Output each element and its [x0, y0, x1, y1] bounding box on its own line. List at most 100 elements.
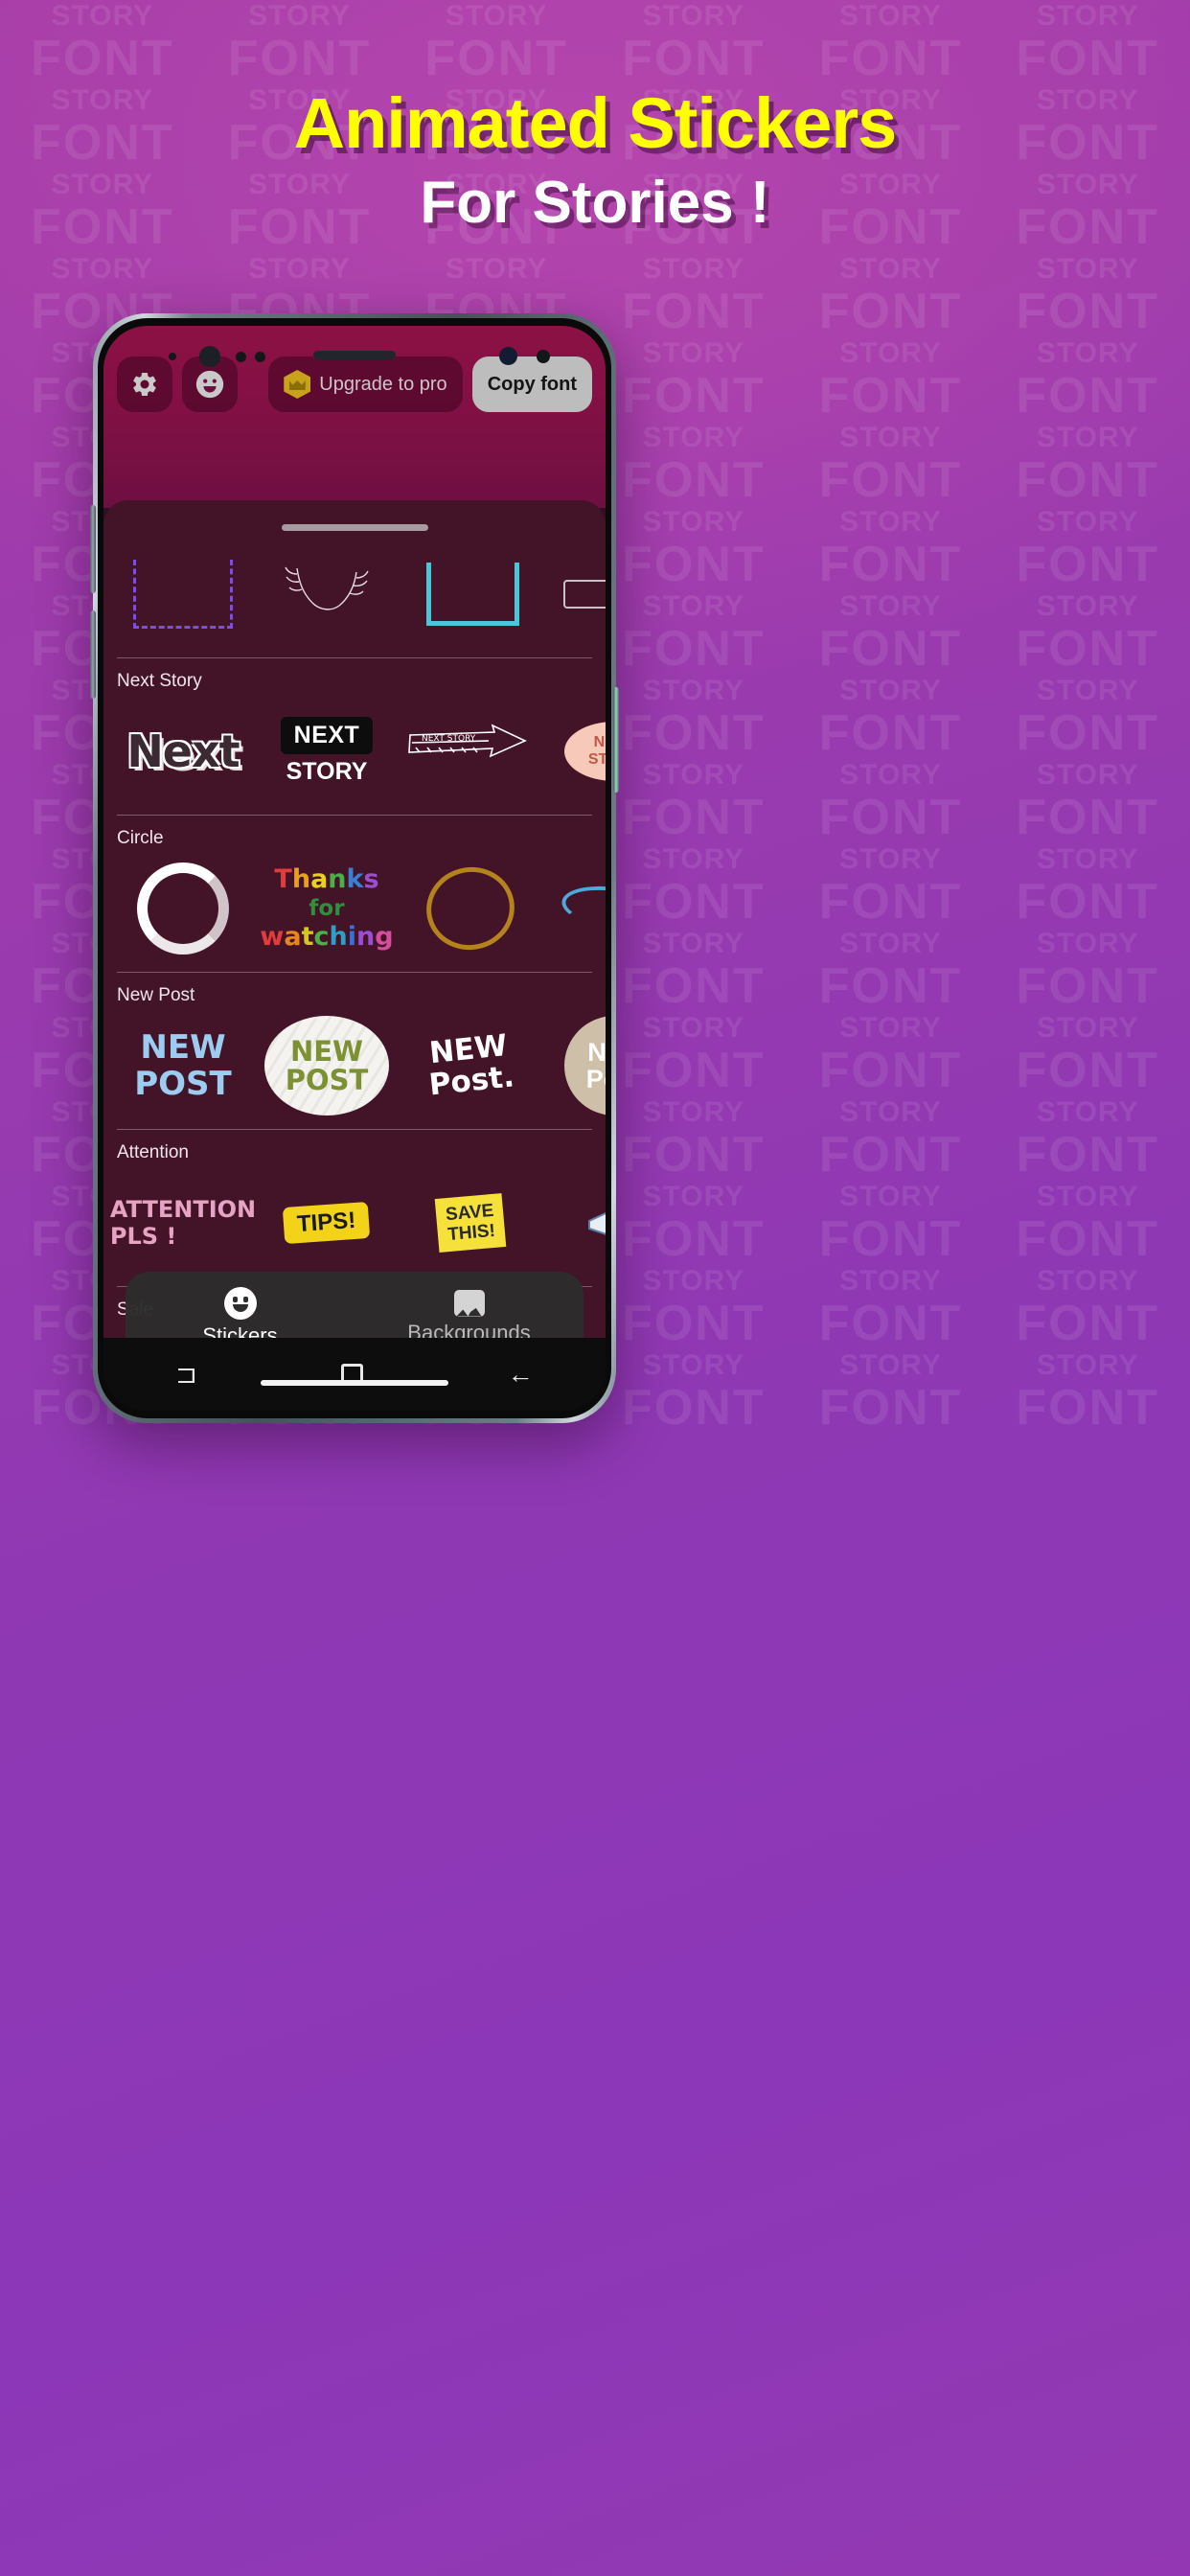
sticker-teal-corner-frame[interactable]: [399, 537, 542, 652]
watermark-font: FONT: [424, 31, 568, 86]
watermark-cell: STORYFONT: [595, 1012, 792, 1096]
watermark-story: STORY: [445, 253, 548, 285]
sticker-new-post-white-brush[interactable]: NEW Post.: [399, 1008, 542, 1123]
peach-pill-shape: NEXT STORY: [564, 722, 606, 781]
sticker-outline-box-frame[interactable]: [542, 537, 606, 652]
watermark-cell: STORYFONT: [989, 253, 1186, 337]
sticker-next-story-peach-pill[interactable]: NEXT STORY: [542, 694, 606, 809]
watermark-font: FONT: [31, 31, 174, 86]
watermark-story: STORY: [642, 1012, 745, 1044]
watermark-font: FONT: [1016, 31, 1159, 86]
watermark-cell: STORYFONT: [595, 1181, 792, 1265]
watermark-font: FONT: [622, 874, 766, 930]
watermark-story: STORY: [642, 590, 745, 622]
sticker-gold-circle-scribble[interactable]: [399, 851, 542, 966]
watermark-story: STORY: [839, 253, 942, 285]
watermark-cell: STORYFONT: [792, 1096, 990, 1181]
watermark-font: FONT: [818, 1043, 963, 1098]
watermark-font: FONT: [622, 1296, 766, 1351]
watermark-cell: STORYFONT: [792, 759, 990, 843]
watermark-font: FONT: [818, 537, 963, 592]
sticker-category-new-post: New Post NEW POST NEW POST NEW Post. N P: [103, 968, 606, 1125]
sticker-next-bold-word[interactable]: Next: [111, 694, 255, 809]
watermark-story: STORY: [839, 1265, 942, 1297]
sticker-new-post-blue[interactable]: NEW POST: [111, 1008, 255, 1123]
attention-pls-text: ATTENTION PLS !: [110, 1196, 256, 1250]
sticker-row[interactable]: NEW POST NEW POST NEW Post. N P: [103, 1006, 606, 1125]
watermark-font: FONT: [622, 537, 766, 592]
sticker-scroll-area[interactable]: Next Story Next NEXT STORY NEXT STORY N …: [103, 531, 606, 1321]
watermark-cell: STORYFONT: [595, 675, 792, 759]
sticker-leaf-branch-frame[interactable]: [255, 537, 399, 652]
power-button[interactable]: [613, 687, 619, 793]
watermark-font: FONT: [622, 368, 766, 424]
watermark-cell: STORYFONT: [595, 590, 792, 675]
promo-headline: Animated Stickers For Stories !: [0, 84, 1190, 238]
watermark-font: FONT: [1016, 705, 1159, 761]
attention-line2: PLS !: [109, 1223, 177, 1250]
sticker-megaphone[interactable]: [542, 1165, 606, 1280]
sticker-row[interactable]: [103, 535, 606, 654]
attention-line1: ATTENTION: [109, 1196, 257, 1223]
sticker-new-post-scribble-green[interactable]: NEW POST: [255, 1008, 399, 1123]
watermark-cell: STORYFONT: [595, 1265, 792, 1349]
np-scrib-line1: NEW: [289, 1035, 364, 1068]
sheet-drag-handle[interactable]: [281, 524, 428, 531]
sticker-white-brush-circle[interactable]: [111, 851, 255, 966]
new-post-white-text: NEW Post.: [424, 1028, 516, 1103]
volume-down-button[interactable]: [90, 610, 96, 699]
watermark-story: STORY: [1036, 843, 1139, 875]
sticker-category-circle: Circle Thanks for watching: [103, 811, 606, 968]
crown-icon: [284, 370, 311, 399]
watermark-story: STORY: [642, 0, 745, 32]
sticker-save-this-yellow-note[interactable]: SAVE THIS!: [399, 1165, 542, 1280]
sticker-new-post-beige-circle[interactable]: New Post: [542, 1008, 606, 1123]
sticker-thanks-for-watching[interactable]: Thanks for watching: [255, 851, 399, 966]
peach-pill-line1: NEXT: [593, 734, 606, 750]
recents-icon[interactable]: ⊐: [175, 1360, 197, 1390]
watermark-cell: STORYFONT: [989, 843, 1186, 928]
blue-swoosh-shape: [559, 880, 606, 937]
sticker-next-story-sketch-arrow[interactable]: NEXT STORY: [399, 694, 542, 809]
watermark-story: STORY: [1036, 337, 1139, 369]
back-arrow-icon[interactable]: ←: [508, 1360, 534, 1390]
watermark-font: FONT: [622, 1380, 766, 1436]
sticker-tips-yellow-tag[interactable]: TIPS!: [255, 1165, 399, 1280]
watermark-cell: STORYFONT: [595, 1349, 792, 1434]
watermark-story: STORY: [642, 1349, 745, 1381]
watermark-story: STORY: [642, 1265, 745, 1297]
sticker-attention-pls-pink[interactable]: ATTENTION PLS !: [110, 1165, 256, 1280]
watermark-story: STORY: [1036, 1012, 1139, 1044]
watermark-cell: STORYFONT: [989, 590, 1186, 675]
sticker-blue-swoosh-circle[interactable]: [542, 851, 606, 966]
sticker-dashed-frame-purple[interactable]: [111, 537, 255, 652]
watermark-font: FONT: [818, 874, 963, 930]
watermark-story: STORY: [1036, 1349, 1139, 1381]
sticker-row[interactable]: Thanks for watching: [103, 849, 606, 968]
upgrade-label: Upgrade to pro: [319, 373, 447, 395]
sticker-row[interactable]: ATTENTION PLS ! TIPS! SAVE THIS!: [103, 1163, 606, 1282]
watermark-story: STORY: [839, 1181, 942, 1212]
white-circle-shape: [137, 862, 229, 954]
watermark-story: STORY: [1036, 506, 1139, 538]
watermark-cell: STORYFONT: [595, 253, 792, 337]
next-box-line2: STORY: [286, 758, 368, 785]
watermark-cell: STORYFONT: [989, 1012, 1186, 1096]
np-white-line2: Post.: [427, 1059, 516, 1103]
watermark-cell: STORYFONT: [989, 0, 1186, 84]
volume-up-button[interactable]: [90, 505, 96, 593]
watermark-font: FONT: [622, 621, 766, 677]
watermark-font: FONT: [1016, 284, 1159, 339]
sticker-next-story-black-box[interactable]: NEXT STORY: [255, 694, 399, 809]
phone-screen: Upgrade to pro Copy font Next Story Next…: [103, 326, 606, 1411]
thanks-line2: for: [309, 896, 345, 921]
watermark-story: STORY: [51, 0, 154, 32]
watermark-story: STORY: [839, 422, 942, 453]
home-indicator: [261, 1380, 448, 1386]
watermark-story: STORY: [839, 928, 942, 959]
watermark-cell: STORYFONT: [4, 0, 201, 84]
sticker-row[interactable]: Next NEXT STORY NEXT STORY N ST: [103, 692, 606, 811]
sensor-dot-3: [255, 352, 265, 362]
teal-frame-shape: [426, 563, 519, 626]
watermark-story: STORY: [642, 422, 745, 453]
